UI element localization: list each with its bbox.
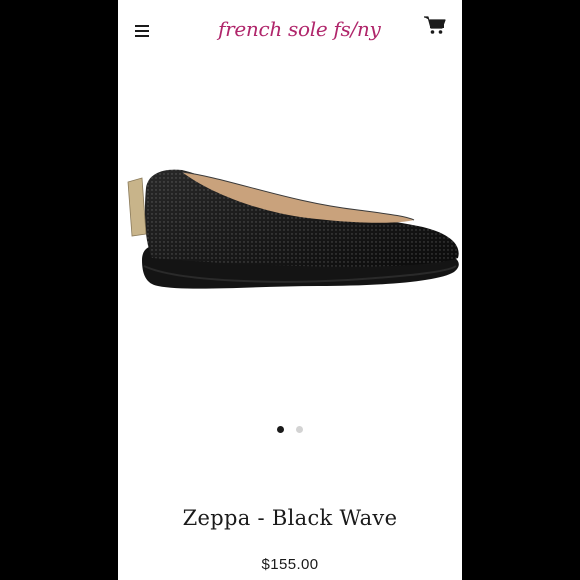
site-header: french sole fs/ny (118, 0, 462, 62)
cart-icon[interactable] (424, 16, 446, 36)
phone-screen: french sole fs/ny Zeppa - Black Wave $15… (118, 0, 462, 580)
hamburger-menu-icon[interactable] (134, 22, 152, 40)
product-price: $155.00 (261, 556, 319, 573)
image-carousel-dots (118, 420, 462, 433)
product-title: Zeppa - Black Wave (182, 506, 398, 530)
brand-logo[interactable]: french sole fs/ny (218, 14, 381, 44)
product-image[interactable] (118, 60, 462, 405)
carousel-dot-2[interactable] (296, 426, 304, 433)
carousel-dot-1[interactable] (276, 426, 284, 433)
